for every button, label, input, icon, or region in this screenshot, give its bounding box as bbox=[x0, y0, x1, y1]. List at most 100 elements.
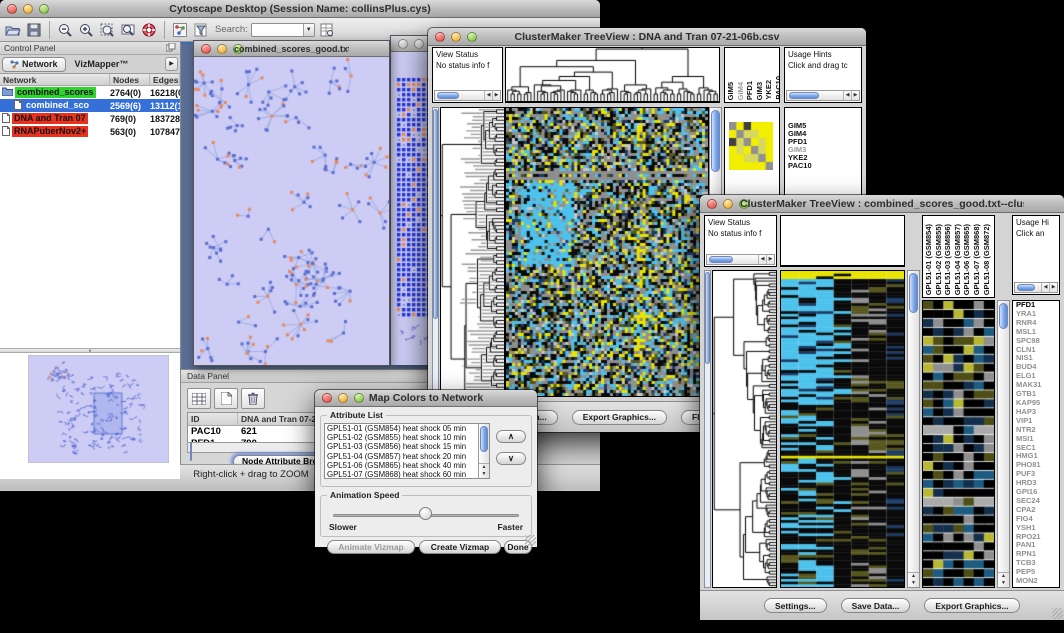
hscroll-arrows[interactable]: ◀▶ bbox=[484, 91, 500, 100]
tab-overflow-button[interactable]: ▶ bbox=[165, 57, 178, 71]
vscroll-thumb[interactable] bbox=[711, 110, 720, 172]
export-graphics-button[interactable]: Export Graphics... bbox=[572, 410, 667, 425]
scroll-right-icon[interactable]: ▶ bbox=[492, 91, 500, 100]
export-graphics-button[interactable]: Export Graphics... bbox=[924, 598, 1019, 613]
tv1-usage-hscrollbar[interactable]: ◀▶ bbox=[786, 90, 860, 101]
hscroll-thumb[interactable] bbox=[709, 256, 733, 263]
attribute-item[interactable]: GPL51-04 (GSM857) heat shock 20 min bbox=[325, 452, 489, 461]
minimize-button[interactable] bbox=[723, 199, 733, 209]
create-vizmap-button[interactable]: Create Vizmap bbox=[419, 540, 501, 554]
tv2-heatmap-canvas[interactable] bbox=[781, 271, 904, 587]
close-button[interactable] bbox=[707, 199, 717, 209]
move-up-button[interactable]: ∧ bbox=[496, 430, 526, 443]
network-view[interactable] bbox=[194, 57, 389, 365]
id-column-header[interactable]: ID bbox=[188, 413, 238, 425]
minimize-button[interactable] bbox=[451, 32, 461, 42]
attribute-item[interactable]: GPL51-06 (GSM865) heat shock 40 min bbox=[325, 461, 489, 470]
vscroll-thumb[interactable] bbox=[480, 426, 488, 452]
tv1-column-dendrogram-canvas[interactable] bbox=[506, 48, 719, 101]
zoom-selected-icon[interactable] bbox=[98, 21, 116, 39]
vscroll-thumb[interactable] bbox=[433, 109, 438, 319]
animate-vizmap-button[interactable]: Animate Vizmap bbox=[327, 540, 415, 554]
float-panel-icon[interactable] bbox=[166, 43, 176, 54]
attribute-item[interactable]: GPL51-02 (GSM855) heat shock 10 min bbox=[325, 433, 489, 442]
table-mode-icon[interactable] bbox=[187, 388, 211, 409]
close-button[interactable] bbox=[322, 393, 332, 403]
save-data-button[interactable]: Save Data... bbox=[841, 598, 911, 613]
scroll-left-icon[interactable]: ◀ bbox=[843, 91, 851, 100]
tv2-heatmap-vscrollbar[interactable]: ▲▼ bbox=[907, 270, 920, 588]
tv2-rowtree-scrollbar[interactable] bbox=[704, 270, 711, 588]
scroll-right-icon[interactable]: ▶ bbox=[851, 91, 859, 100]
minimize-button[interactable] bbox=[217, 44, 227, 54]
attribute-item[interactable]: GPL51-03 (GSM856) heat shock 15 min bbox=[325, 442, 489, 451]
tv2-zoom-vscrollbar[interactable]: ▲▼ bbox=[997, 300, 1010, 588]
hscroll-arrows[interactable]: ◀▶ bbox=[758, 255, 774, 264]
attribute-item[interactable]: GPL51-01 (GSM854) heat shock 05 min bbox=[325, 424, 489, 433]
save-icon[interactable] bbox=[25, 21, 43, 39]
tv1-row-dendrogram-canvas[interactable] bbox=[441, 108, 504, 396]
tv2-status-hscrollbar[interactable]: ◀▶ bbox=[706, 254, 775, 265]
network-row[interactable]: combined_scores2764(0)16218(0) bbox=[0, 86, 180, 99]
trash-icon[interactable] bbox=[241, 388, 265, 409]
attribute-list[interactable]: GPL51-01 (GSM854) heat shock 05 minGPL51… bbox=[324, 423, 490, 479]
vscroll-arrows[interactable]: ▲▼ bbox=[908, 572, 919, 587]
tv2-row-dendrogram-panel[interactable] bbox=[712, 270, 777, 588]
hscroll-arrows[interactable]: ◀▶ bbox=[1041, 283, 1057, 292]
scroll-left-icon[interactable]: ◀ bbox=[484, 91, 492, 100]
tv1-rowtree-scrollbar[interactable] bbox=[432, 107, 439, 397]
minimize-button[interactable] bbox=[338, 393, 348, 403]
tv2-heatmap-panel[interactable] bbox=[780, 270, 905, 588]
tv2-column-dendrogram-panel[interactable] bbox=[780, 215, 905, 267]
network-canvas[interactable] bbox=[194, 57, 389, 365]
tv2-usage-hscrollbar[interactable]: ◀▶ bbox=[1014, 282, 1058, 293]
hscroll-arrows[interactable]: ◀▶ bbox=[843, 91, 859, 100]
hscroll-thumb[interactable] bbox=[789, 92, 819, 99]
new-attribute-icon[interactable] bbox=[214, 388, 238, 409]
minimize-button[interactable] bbox=[414, 39, 424, 49]
scroll-left-icon[interactable]: ◀ bbox=[1041, 283, 1049, 292]
hscroll-thumb[interactable] bbox=[437, 92, 459, 99]
vscroll-thumb[interactable] bbox=[999, 303, 1008, 329]
network-row[interactable]: RNAPuberNov2+563(0)107847(0) bbox=[0, 125, 180, 138]
attribute-list-vscrollbar[interactable]: ▲▼ bbox=[478, 424, 489, 478]
animation-slider-thumb[interactable] bbox=[419, 507, 432, 520]
hscroll-thumb[interactable] bbox=[190, 442, 192, 461]
dialog-titlebar[interactable]: Map Colors to Network bbox=[315, 390, 537, 407]
network-row[interactable]: combined_sco2569(6)13112(15) bbox=[0, 99, 180, 112]
minimize-button[interactable] bbox=[23, 4, 33, 14]
tv2-zoom-heatmap-panel[interactable] bbox=[922, 300, 995, 588]
zoom-out-icon[interactable] bbox=[56, 21, 74, 39]
tv1-heatmap-panel[interactable] bbox=[505, 107, 709, 397]
main-titlebar[interactable]: Cytoscape Desktop (Session Name: collins… bbox=[0, 0, 600, 18]
zoom-fit-icon[interactable] bbox=[119, 21, 137, 39]
search-dropdown-icon[interactable]: ▼ bbox=[303, 24, 314, 36]
scroll-right-icon[interactable]: ▶ bbox=[766, 255, 774, 264]
network-row[interactable]: DNA and Tran 07769(0)183728(0) bbox=[0, 112, 180, 125]
tab-network[interactable]: Network bbox=[2, 57, 66, 72]
attribute-browser-icon[interactable] bbox=[318, 21, 336, 39]
scroll-left-icon[interactable]: ◀ bbox=[758, 255, 766, 264]
settings-button[interactable]: Settings... bbox=[764, 598, 827, 613]
tv1-status-hscrollbar[interactable]: ◀▶ bbox=[434, 90, 501, 101]
vscroll-thumb[interactable] bbox=[909, 273, 918, 313]
treeview2-titlebar[interactable]: ClusterMaker TreeView : combined_scores_… bbox=[700, 195, 1064, 213]
resize-grip[interactable] bbox=[1052, 608, 1063, 619]
zoom-in-icon[interactable] bbox=[77, 21, 95, 39]
tv2-zoom-heatmap-canvas[interactable] bbox=[923, 301, 994, 587]
scroll-right-icon[interactable]: ▶ bbox=[1049, 283, 1057, 292]
column-nodes[interactable]: Nodes bbox=[110, 74, 150, 86]
tv1-row-dendrogram-panel[interactable] bbox=[440, 107, 505, 397]
open-file-icon[interactable] bbox=[4, 21, 22, 39]
attribute-item[interactable]: GPL51-07 (GSM868) heat shock 60 min bbox=[325, 470, 489, 479]
modify-network-icon[interactable] bbox=[171, 21, 189, 39]
tv1-column-dendrogram-panel[interactable] bbox=[505, 47, 720, 103]
close-button[interactable] bbox=[435, 32, 445, 42]
network-window-titlebar[interactable]: combined_scores_good.txt--cluste... bbox=[194, 41, 389, 57]
vscroll-arrows[interactable]: ▲▼ bbox=[479, 463, 489, 478]
treeview1-titlebar[interactable]: ClusterMaker TreeView : DNA and Tran 07-… bbox=[428, 28, 866, 46]
tv1-zoom-heatmap-canvas[interactable] bbox=[729, 122, 773, 170]
column-edges[interactable]: Edges bbox=[150, 74, 180, 86]
search-input[interactable]: ▼ bbox=[251, 23, 315, 37]
vscroll-thumb[interactable] bbox=[705, 272, 710, 364]
